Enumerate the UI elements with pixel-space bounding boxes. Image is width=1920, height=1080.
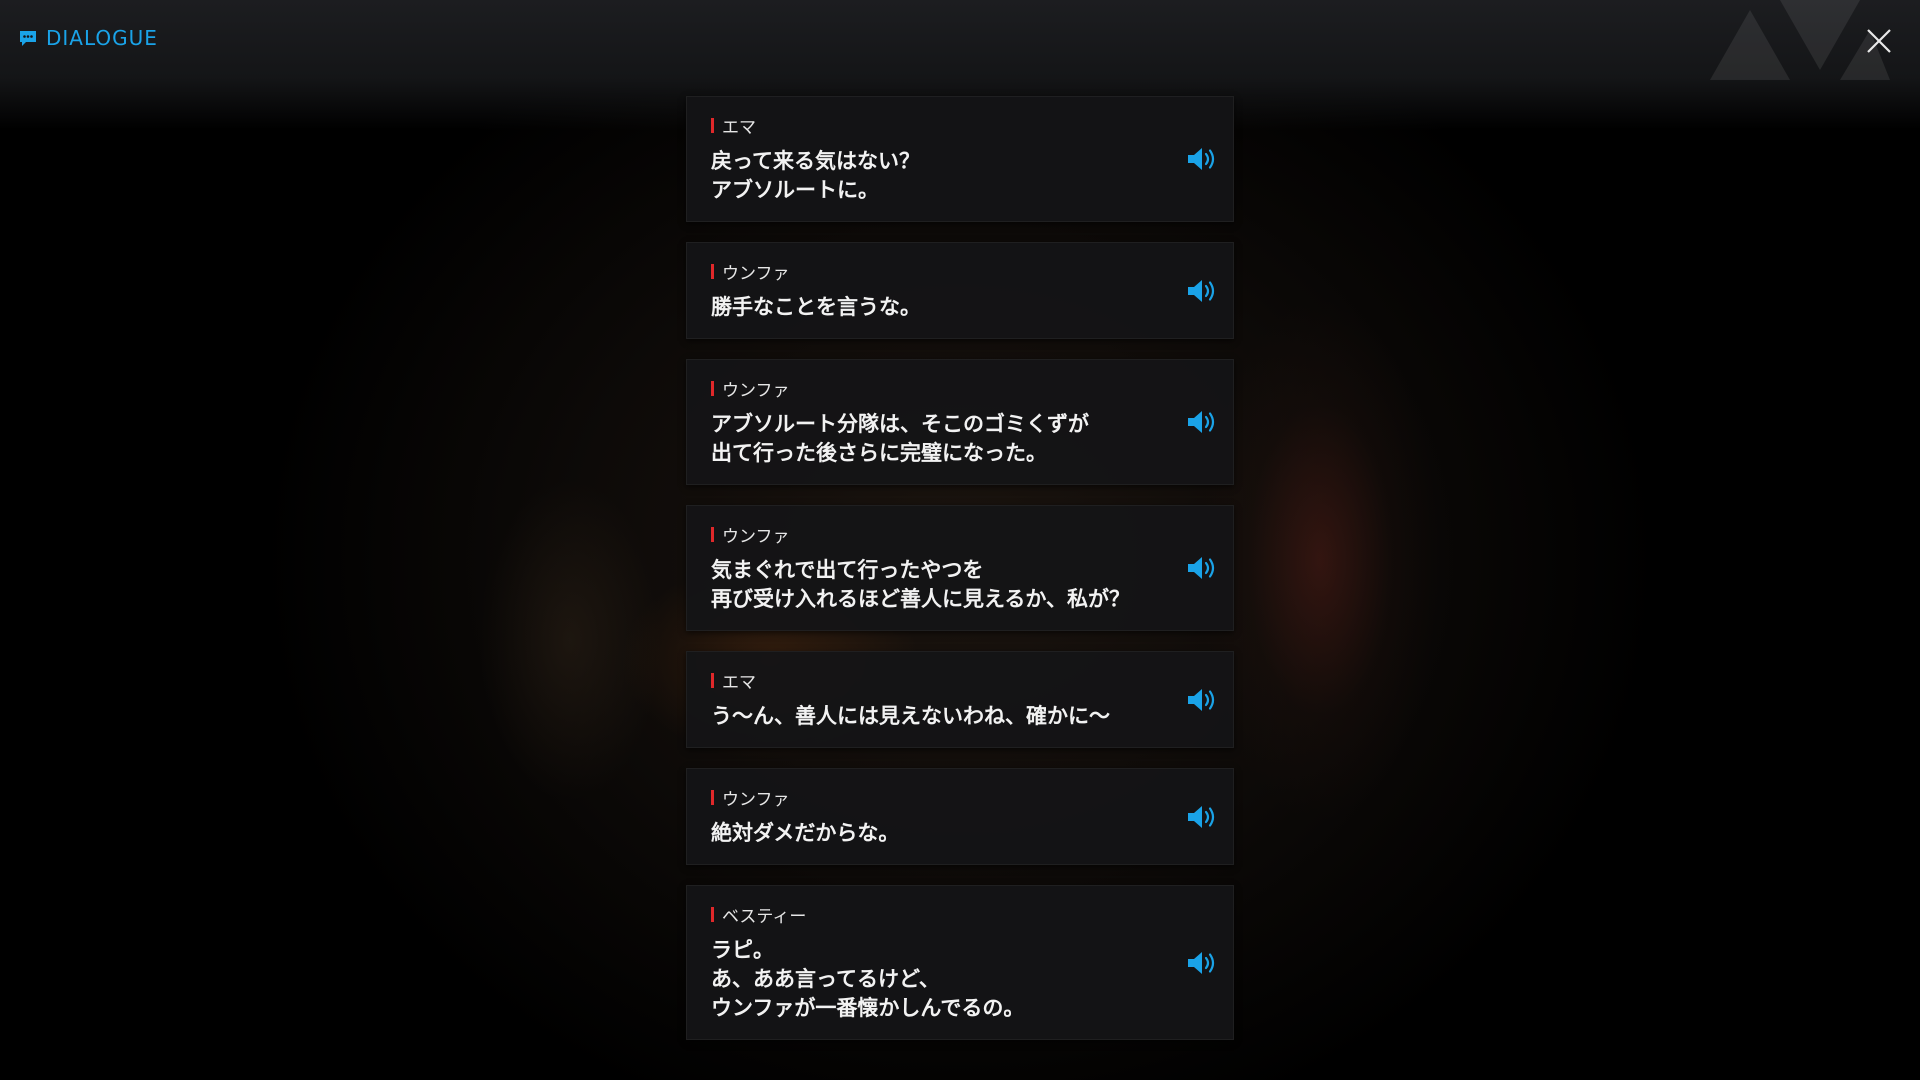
dialogue-line: アブソルート分隊は、そこのゴミくずが — [711, 412, 1089, 436]
speaker-row: ウンファ — [711, 787, 1153, 810]
dialogue-line: あ、ああ言ってるけど、 — [711, 967, 940, 991]
dialogue-entry: ウンファ絶対ダメだからな。 — [686, 768, 1234, 865]
dialogue-entry: エマ戻って来る気はない？ アブソルートに。 — [686, 96, 1234, 222]
speaker-name: ウンファ — [722, 263, 790, 284]
speaker-volume-icon[interactable] — [1185, 948, 1223, 978]
speaker-name: ウンファ — [722, 380, 790, 401]
speaker-marker — [711, 672, 714, 688]
speaker-name: エマ — [722, 672, 756, 693]
dialogue-line: 絶対ダメだからな。 — [711, 821, 900, 845]
dialogue-entry: エマう～ん、善人には見えないわね、確かに～ — [686, 651, 1234, 748]
dialogue-header: DIALOGUE — [18, 26, 158, 50]
speaker-volume-icon[interactable] — [1185, 144, 1223, 174]
speaker-marker — [711, 526, 714, 542]
speaker-marker — [711, 789, 714, 805]
dialogue-line: ラピ。 — [711, 938, 774, 962]
dialogue-entry: ウンファ気まぐれで出て行ったやつを再び受け入れるほど善人に見えるか、私が？ — [686, 505, 1234, 631]
chat-bubble-icon — [20, 31, 36, 46]
header-decoration — [1710, 0, 1890, 80]
dialogue-line: 出て行った後さらに完璧になった。 — [711, 441, 1047, 465]
dialogue-entry: ベスティーラピ。あ、ああ言ってるけど、ウンファが一番懐かしんでるの。 — [686, 885, 1234, 1040]
dialogue-line: 気まぐれで出て行ったやつを — [711, 558, 984, 582]
speaker-row: ウンファ — [711, 261, 1153, 284]
close-icon[interactable] — [1862, 24, 1896, 58]
speaker-marker — [711, 263, 714, 279]
speaker-volume-icon[interactable] — [1185, 802, 1223, 832]
dialogue-title: DIALOGUE — [46, 26, 158, 50]
speaker-row: エマ — [711, 115, 1153, 138]
dialogue-entry: ウンファアブソルート分隊は、そこのゴミくずが 出て行った後さらに完璧になった。 — [686, 359, 1234, 485]
speaker-marker — [711, 906, 714, 922]
dialogue-line: う～ん、善人には見えないわね、確かに～ — [711, 704, 1110, 728]
dialogue-line: 戻って来る気はない？ — [711, 149, 920, 173]
dialogue-log-screen: DIALOGUE エマ 戻って来る気はない？ アブソルートに。 ウンファ 勝手なことを言… — [0, 0, 1920, 1080]
speaker-name: ウンファ — [722, 526, 790, 547]
dialogue-line: ウンファが一番懐かしんでるの。 — [711, 996, 1025, 1020]
speaker-row: エマ — [711, 670, 1153, 693]
speaker-name: ベスティー — [722, 906, 807, 927]
speaker-volume-icon[interactable] — [1185, 276, 1223, 306]
speaker-row: ウンファ — [711, 524, 1153, 547]
speaker-volume-icon[interactable] — [1185, 685, 1223, 715]
speaker-marker — [711, 117, 714, 133]
dialogue-line: アブソルートに。 — [711, 178, 879, 202]
speaker-marker — [711, 380, 714, 396]
speaker-row: ウンファ — [711, 378, 1153, 401]
speaker-volume-icon[interactable] — [1185, 407, 1223, 437]
dialogue-entry: ウンファ勝手なことを言うな。 — [686, 242, 1234, 339]
speaker-row: ベスティー — [711, 904, 1153, 927]
speaker-volume-icon[interactable] — [1185, 553, 1223, 583]
speaker-name: エマ — [722, 117, 756, 138]
speaker-name: ウンファ — [722, 789, 790, 810]
dialogue-list[interactable]: エマ 戻って来る気はない？ アブソルートに。 ウンファ 勝手なことを言うな。 ウンファ アブ… — [686, 96, 1234, 1060]
dialogue-line: 再び受け入れるほど善人に見えるか、私が？ — [711, 587, 1130, 611]
dialogue-line: 勝手なことを言うな。 — [711, 295, 921, 319]
